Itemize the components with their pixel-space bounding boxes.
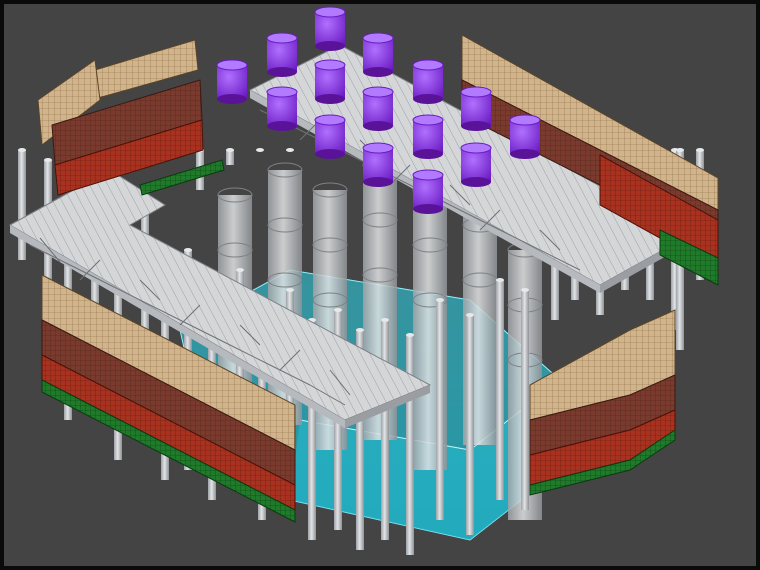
- steel-pile: [521, 288, 529, 510]
- steel-pile: [466, 313, 474, 535]
- steel-pile: [381, 318, 389, 540]
- steel-pile: [226, 148, 234, 165]
- purple-pile-cap: [314, 59, 346, 104]
- model-viewport[interactable]: [0, 0, 760, 570]
- steel-pile: [406, 333, 414, 555]
- steel-pile: [286, 148, 294, 152]
- purple-pile-cap: [266, 86, 298, 131]
- purple-pile-cap: [460, 142, 492, 187]
- 3d-model-render: [0, 0, 760, 570]
- purple-pile-cap: [216, 59, 248, 104]
- purple-pile-cap: [266, 32, 298, 77]
- purple-pile-cap: [362, 32, 394, 77]
- purple-pile-cap: [509, 114, 541, 159]
- steel-pile: [18, 148, 26, 260]
- steel-pile: [436, 298, 444, 520]
- steel-pile: [256, 148, 264, 152]
- purple-pile-cap: [314, 114, 346, 159]
- purple-pile-cap: [314, 6, 346, 51]
- purple-pile-cap: [412, 59, 444, 104]
- purple-pile-cap: [412, 114, 444, 159]
- purple-pile-cap: [460, 86, 492, 131]
- steel-pile: [496, 278, 504, 500]
- purple-pile-cap: [362, 86, 394, 131]
- purple-pile-cap: [412, 169, 444, 214]
- purple-pile-cap: [362, 142, 394, 187]
